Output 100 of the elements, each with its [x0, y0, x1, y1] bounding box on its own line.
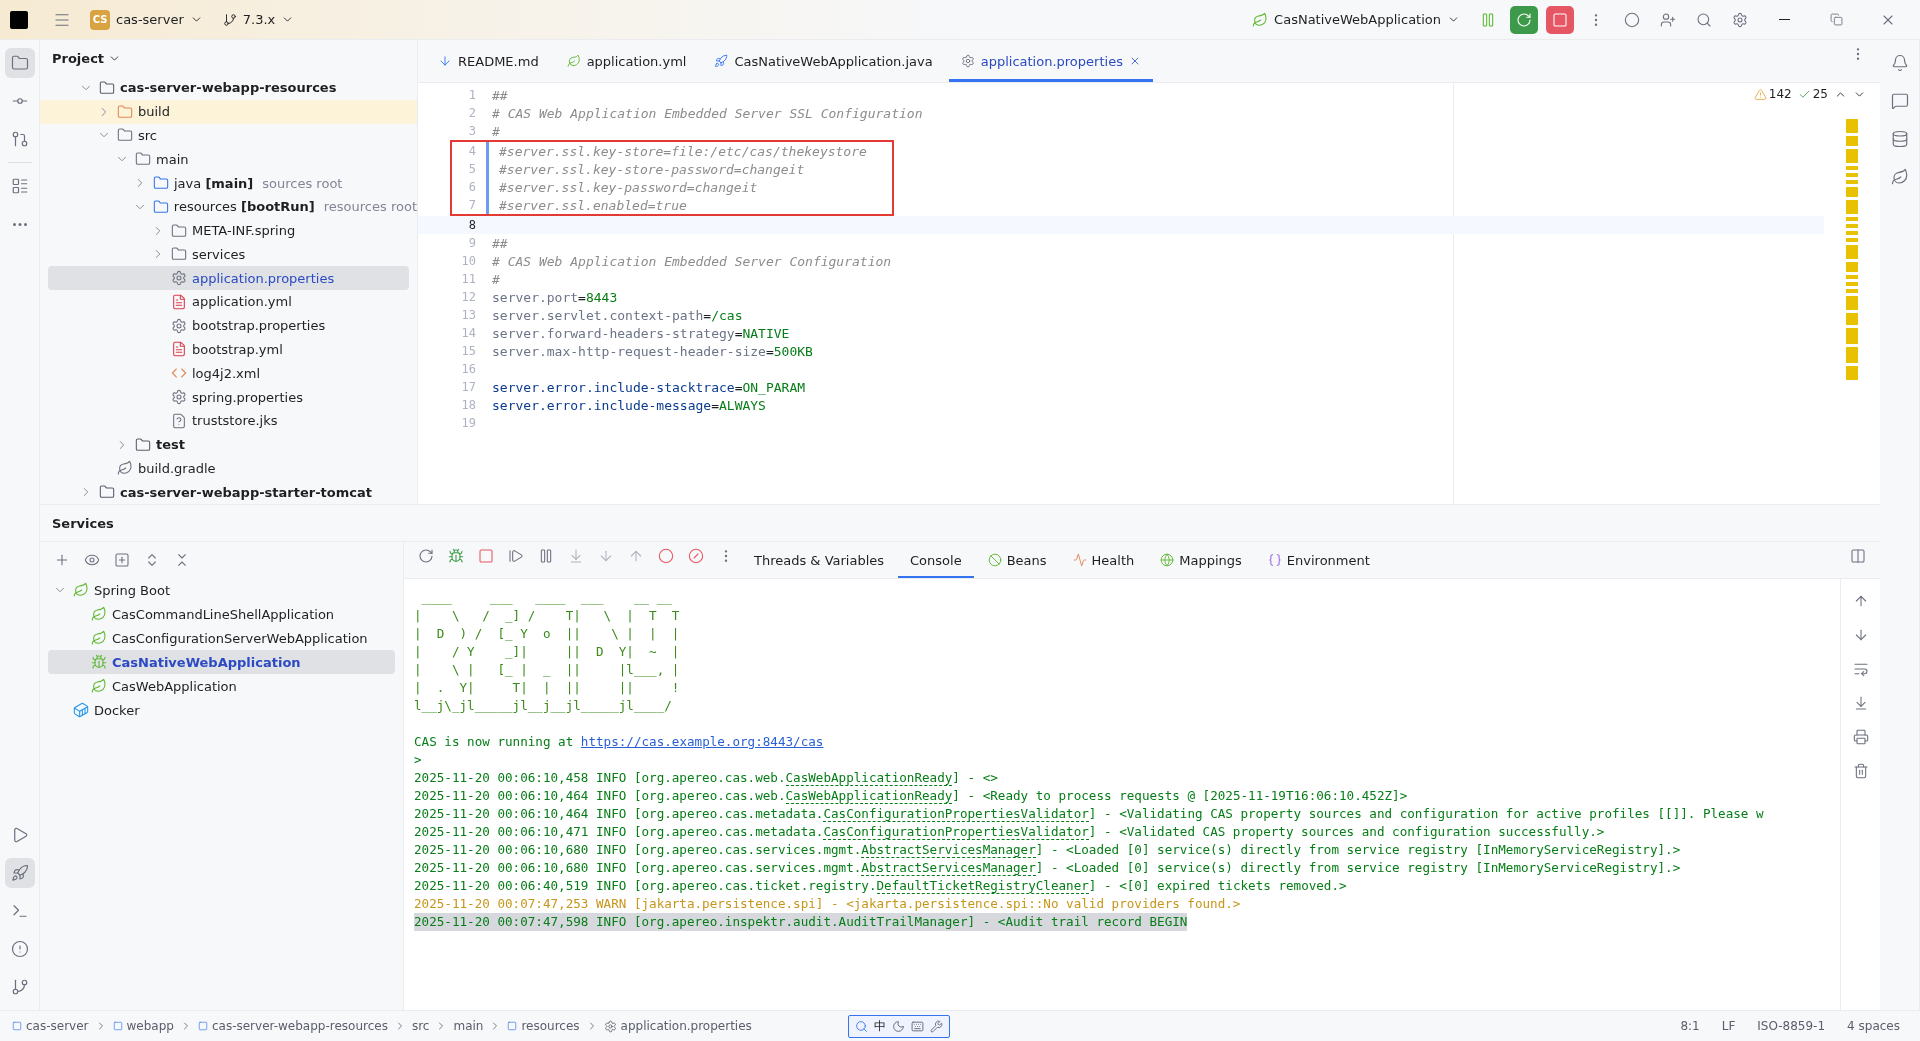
tree-item[interactable]: Docker — [40, 698, 403, 722]
breadcrumb[interactable]: cas-server — [12, 1019, 89, 1033]
tree-item[interactable]: truststore.jks — [40, 408, 417, 433]
log-line: 2025-11-20 00:06:10,458 INFO [org.apereo.cas.web.CasWebApplicationReady] - <> — [414, 769, 999, 787]
code-line: # — [492, 123, 500, 139]
editor-tab[interactable]: README.md — [426, 40, 551, 82]
warnings-count[interactable]: 142 — [1753, 87, 1792, 101]
project-badge: CS — [90, 9, 110, 30]
tree-item[interactable]: CasConfigurationServerWebApplication — [40, 626, 403, 650]
tree-item-label: Spring Boot — [94, 582, 170, 598]
tree-item-label: bootstrap.properties — [192, 318, 326, 334]
settings-icon — [1732, 11, 1748, 28]
breadcrumb[interactable]: main — [453, 1019, 484, 1033]
folder-icon — [135, 151, 151, 168]
search-icon — [1696, 11, 1712, 28]
url-link[interactable]: https://cas.example.org:8443/cas — [580, 734, 824, 749]
tree-item[interactable]: src — [40, 123, 417, 148]
layout-icon — [1850, 548, 1866, 564]
scroll-marker — [1846, 289, 1858, 293]
terminal-icon — [10, 902, 29, 920]
line-number: 12 — [460, 290, 476, 304]
stop-button[interactable] — [1546, 5, 1574, 34]
breadcrumb[interactable]: src — [411, 1019, 430, 1033]
log-line: 2025-11-20 00:06:10,680 INFO [org.apereo.cas.services.mgmt.AbstractServicesManager] - <Loaded [0] service(s) directly from service registry [InMemoryServiceRegistry].> — [414, 841, 1682, 859]
editor-tab[interactable]: CasNativeWebApplication.java — [702, 40, 945, 82]
module-icon — [197, 1021, 208, 1031]
services-tool-button[interactable] — [4, 858, 35, 888]
console-tab[interactable]: Environment — [1255, 542, 1382, 578]
tree-item[interactable]: build — [40, 99, 417, 124]
tree-item-label: CasNativeWebApplication — [112, 654, 301, 670]
printer-icon — [1852, 729, 1869, 745]
tree-item[interactable]: build.gradle — [40, 456, 417, 481]
tree-item[interactable]: Spring Boot — [40, 578, 403, 602]
code-line: server.servlet.context-path=/cas — [492, 307, 743, 323]
run-configuration[interactable]: CasNativeWebApplication — [1246, 7, 1466, 32]
branch-switcher[interactable]: 7.3.x — [216, 8, 301, 31]
tree-item[interactable]: java [main] sources root — [40, 171, 417, 195]
tree-item[interactable]: META-INF.spring — [40, 218, 417, 243]
pull-request-icon — [10, 130, 29, 148]
breadcrumb[interactable]: webapp — [112, 1019, 174, 1033]
tree-item[interactable]: cas-server-webapp-starter-tomcat — [40, 480, 417, 504]
tree-item-label: cas-server-webapp-resources — [120, 80, 337, 96]
tree-item[interactable]: main — [40, 147, 417, 172]
scroll-marker — [1846, 245, 1858, 259]
breadcrumb[interactable]: application.properties — [603, 1019, 752, 1033]
project-switcher[interactable]: CS cas-server — [84, 5, 209, 34]
add-user-icon — [1660, 11, 1676, 28]
scroll-marker — [1846, 282, 1858, 286]
tree-item[interactable]: test — [40, 432, 417, 457]
tree-item[interactable]: cas-server-webapp-resources — [40, 76, 417, 100]
console-tab[interactable]: Threads & Variables — [742, 542, 897, 578]
tree-item[interactable]: services — [40, 242, 417, 267]
folder-icon — [117, 127, 133, 144]
step-out-icon — [628, 548, 644, 564]
scroll-marker — [1846, 224, 1858, 228]
gear-icon — [171, 270, 187, 287]
file-encoding[interactable]: ISO-8859-1 — [1749, 1019, 1834, 1033]
gear-icon — [171, 317, 187, 334]
editor-tab[interactable]: application.properties — [948, 40, 1153, 82]
panel-title[interactable]: Project — [52, 50, 105, 66]
tree-item[interactable]: spring.properties — [40, 385, 417, 409]
globe-icon — [1160, 553, 1175, 567]
ime-toolbar[interactable]: 中 — [847, 1014, 950, 1038]
code-line: ## — [492, 235, 508, 251]
tree-item[interactable]: CasCommandLineShellApplication — [40, 602, 403, 626]
scroll-marker — [1846, 275, 1858, 279]
project-tool-button[interactable] — [4, 48, 35, 78]
indent-setting[interactable]: 4 spaces — [1839, 1019, 1908, 1033]
line-ending[interactable]: LF — [1713, 1019, 1744, 1033]
tree-item[interactable]: bootstrap.yml — [40, 337, 417, 362]
console-tab[interactable]: Health — [1060, 542, 1147, 578]
line-number: 16 — [460, 362, 476, 376]
panel-title: Services — [52, 515, 114, 531]
log-line: 2025-11-20 00:06:40,519 INFO [org.apereo.cas.ticket.registry.DefaultTicketRegistryCleaner] - <[0] expired tickets removed.> — [414, 877, 1348, 895]
ime-mode-label[interactable]: 中 — [873, 1017, 886, 1035]
tree-item[interactable]: bootstrap.properties — [40, 313, 417, 338]
editor-tab[interactable]: application.yml — [554, 40, 699, 82]
tree-item[interactable]: log4j2.xml — [40, 361, 417, 386]
tree-item[interactable]: CasWebApplication — [40, 674, 403, 698]
app-logo-icon[interactable] — [10, 10, 28, 29]
caret-position[interactable]: 8:1 — [1672, 1019, 1708, 1033]
breadcrumb[interactable]: resources — [507, 1019, 580, 1033]
trash-icon — [1852, 763, 1869, 779]
typos-count[interactable]: 25 — [1797, 87, 1828, 101]
root-hint: resources root — [323, 199, 417, 215]
console-tab[interactable]: Mappings — [1148, 542, 1254, 578]
banner-line: | \ | [_ | _ || |l___, | — [414, 661, 681, 679]
tree-item[interactable]: application.properties — [48, 266, 409, 291]
code-line: #server.ssl.key-password=changeit — [499, 179, 758, 195]
tree-item[interactable]: application.yml — [40, 290, 417, 314]
tree-item[interactable]: CasNativeWebApplication — [48, 650, 395, 674]
wrench-icon — [929, 1019, 943, 1033]
scroll-marker — [1846, 262, 1858, 272]
breadcrumb[interactable]: cas-server-webapp-resources — [197, 1019, 388, 1033]
code-line: ## — [492, 87, 508, 103]
console-tab[interactable]: Beans — [975, 542, 1059, 578]
tree-item[interactable]: resources [bootRun] resources root — [40, 194, 417, 219]
rerun-button[interactable] — [1510, 5, 1538, 34]
gear-icon — [603, 1019, 617, 1033]
log-line: 2025-11-20 00:06:10,464 INFO [org.apereo.cas.metadata.CasConfigurationPropertiesValidator] - <Validating CAS property sources and configuration for active profiles [[]]. Please w — [414, 805, 1765, 823]
